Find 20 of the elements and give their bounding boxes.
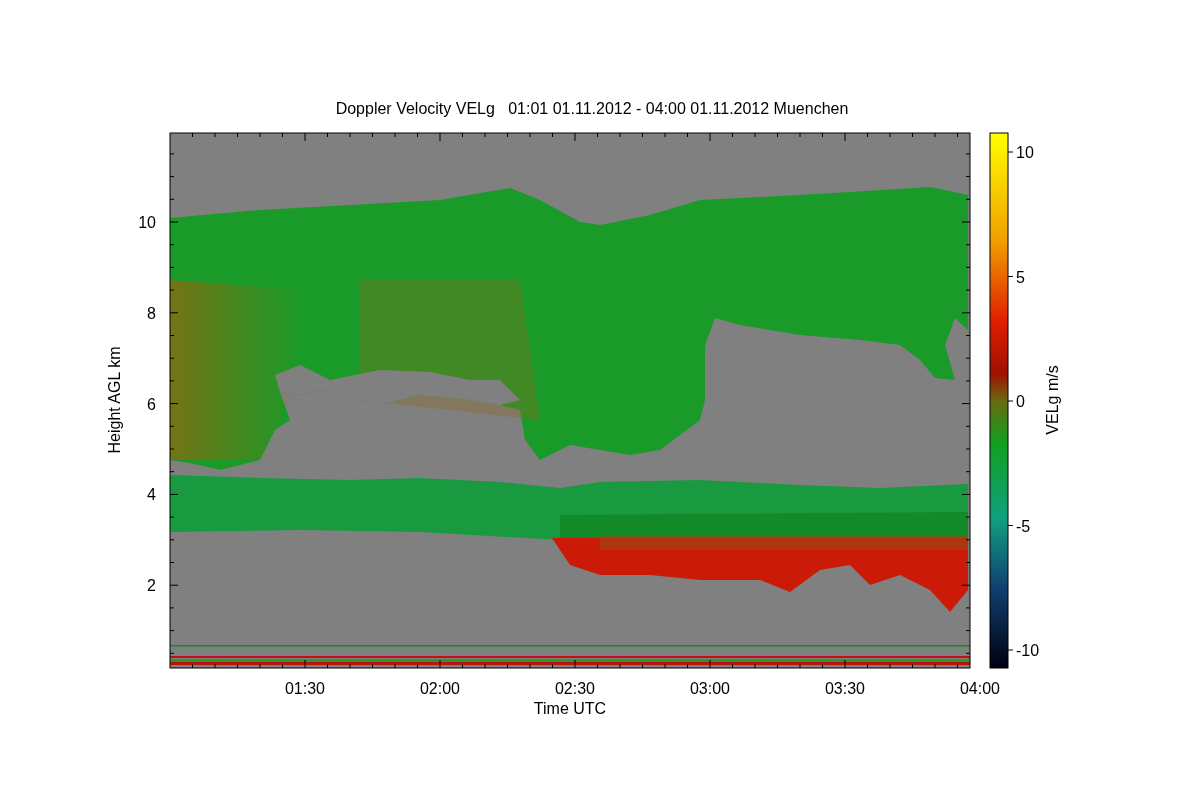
y-tick-label: 4 [147,486,156,504]
x-tick-label: 03:30 [825,680,865,697]
y-tick-label: 6 [147,395,156,413]
y-tick-label: 8 [147,304,156,322]
x-tick-label: 01:30 [285,680,325,697]
colorbar-tick-label: -10 [1016,642,1040,659]
y-tick-label: 10 [138,214,156,231]
colorbar-tick-label: 5 [1016,268,1025,286]
x-tick-label: 04:00 [960,680,1000,697]
y-tick-label: 2 [147,577,156,595]
x-tick-label: 02:00 [420,680,460,697]
colorbar-tick-label: 0 [1016,393,1025,410]
x-tick-label: 03:00 [690,680,730,697]
x-axis-title: Time UTC [533,700,607,717]
colorbar-tick-label: 10 [1016,144,1034,161]
colorbar-title: VELg m/s [1044,365,1061,435]
y-axis-title: Height AGL km [106,346,123,454]
colorbar-tick-label: -5 [1016,517,1031,535]
chart-title: Doppler Velocity VELg 01:01 01.11.2012 - 04:00 01.11.2012 Muenchen [335,100,849,117]
x-tick-label: 02:30 [555,680,595,697]
